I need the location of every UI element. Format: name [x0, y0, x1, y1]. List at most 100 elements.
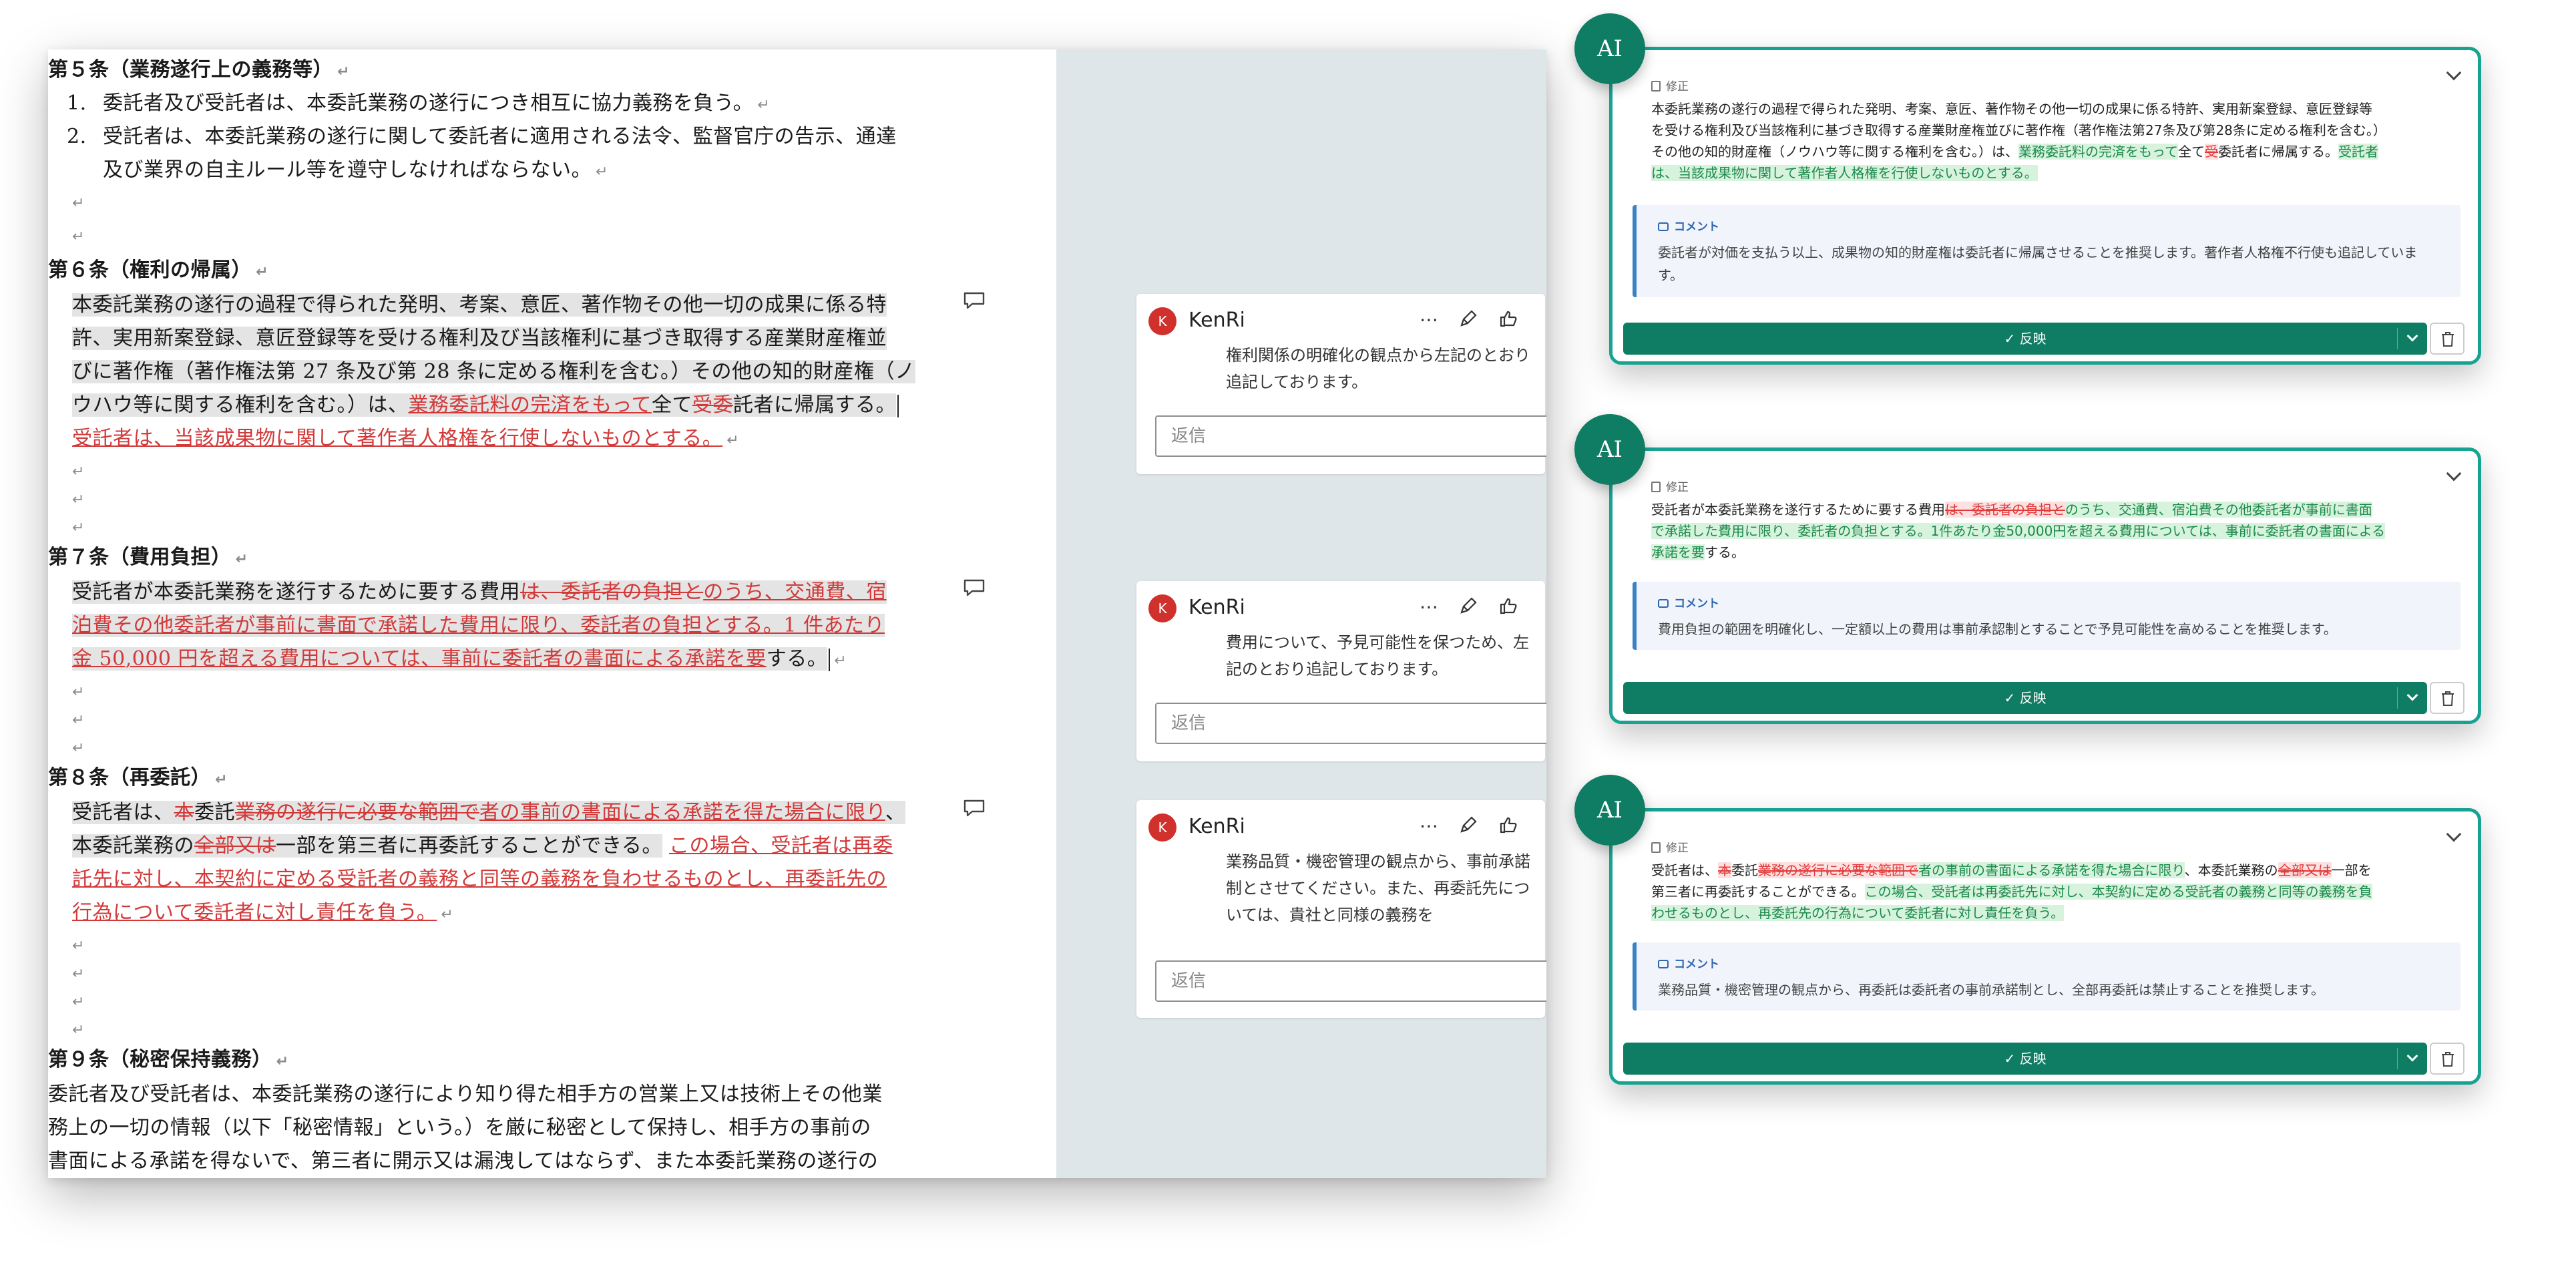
- ai-comment-box: コメント 費用負担の範囲を明確化し、一定額以上の費用は事前承認制とすることで予見…: [1633, 582, 2460, 650]
- apply-dropdown-icon: [2406, 689, 2418, 701]
- comment-card[interactable]: K KenRi ⋯ 権利関係の明確化の観点から左記のとおり追記しております。 返…: [1136, 294, 1546, 474]
- thumbs-up-icon[interactable]: [1498, 815, 1518, 835]
- ai-comment-label: コメント: [1658, 594, 1719, 610]
- article-8-body: 行為について委託者に対し責任を負う。 ↵: [72, 901, 454, 924]
- ai-suggestion-panel: 修正 受託者が本委託業務を遂行するために要する費用は、委託者の負担とのうち、交通…: [1609, 447, 2481, 724]
- avatar: K: [1148, 307, 1176, 335]
- ai-comment-box: コメント 業務品質・機密管理の観点から、再委託は委託者の事前承諾制とし、全部再委…: [1633, 942, 2460, 1011]
- edit-section-label: 修正: [1651, 838, 1689, 855]
- comment-marker-icon[interactable]: [963, 291, 986, 310]
- deleted-text: 受委: [692, 393, 733, 417]
- comments-pane: K KenRi ⋯ 権利関係の明確化の観点から左記のとおり追記しております。 返…: [1056, 49, 1546, 1178]
- document-icon: [1651, 842, 1661, 853]
- edit-section-label: 修正: [1651, 77, 1689, 94]
- apply-dropdown-icon: [2406, 1050, 2418, 1062]
- article-9-body: 務上の一切の情報（以下「秘密情報」という。）を厳に秘密として保持し、相手方の事前…: [48, 1116, 871, 1139]
- comment-icon: [1658, 960, 1669, 968]
- collapse-chevron-icon[interactable]: [2446, 826, 2462, 842]
- edit-text: 受託者が本委託業務を遂行するために要する費用は、委託者の負担とのうち、交通費、宿…: [1651, 502, 2386, 560]
- reply-input[interactable]: 返信: [1155, 415, 1546, 457]
- more-options-icon[interactable]: ⋯: [1420, 309, 1438, 331]
- pencil-icon[interactable]: [1458, 309, 1478, 329]
- delete-button[interactable]: [2430, 682, 2464, 714]
- article-6-body: ウハウ等に関する権利を含む。）は、業務委託料の完済をもって全て受委託者に帰属する…: [72, 389, 899, 422]
- avatar: K: [1148, 813, 1176, 842]
- ai-comment-text: 業務品質・機密管理の観点から、再委託は委託者の事前承諾制とし、全部再委託は禁止す…: [1658, 982, 2324, 998]
- trash-icon: [2442, 1052, 2454, 1067]
- article-5-heading: 第５条（業務遂行上の義務等） ↵: [48, 58, 350, 81]
- article-8-body: 託先に対し、本契約に定める受託者の義務と同等の義務を負わせるものとし、再委託先の: [72, 868, 887, 891]
- document-window: 第５条（業務遂行上の義務等） ↵ 1. 委託者及び受託者は、本委託業務の遂行につき相…: [48, 49, 1546, 1178]
- edit-text: 受託者は、本委託業務の遂行に必要な範囲で者の事前の書面による承諾を得た場合に限り…: [1651, 862, 2372, 921]
- document-page[interactable]: 第５条（業務遂行上の義務等） ↵ 1. 委託者及び受託者は、本委託業務の遂行につき相…: [48, 49, 1056, 1178]
- empty-paragraph: ↵: [72, 228, 85, 245]
- collapse-chevron-icon[interactable]: [2446, 65, 2462, 81]
- comment-author: KenRi: [1189, 309, 1245, 332]
- trash-icon: [2442, 332, 2454, 347]
- avatar: K: [1148, 594, 1176, 622]
- article-8-heading: 第８条（再委託） ↵: [48, 766, 228, 789]
- reply-input[interactable]: 返信: [1155, 960, 1546, 1002]
- article-9-body: 委託者及び受託者は、本委託業務の遂行により知り得た相手方の営業上又は技術上その他…: [48, 1083, 883, 1106]
- ai-badge: AI: [1574, 775, 1645, 846]
- article-5-item-2-cont: 及び業界の自主ルール等を遵守しなければならない。 ↵: [103, 158, 608, 182]
- document-icon: [1651, 81, 1661, 92]
- article-6-body: 本委託業務の遂行の過程で得られた発明、考案、意匠、著作物その他一切の成果に係る特: [72, 293, 887, 317]
- article-7-heading: 第７条（費用負担） ↵: [48, 546, 248, 569]
- thumbs-up-icon[interactable]: [1498, 309, 1518, 329]
- more-options-icon[interactable]: ⋯: [1420, 815, 1438, 837]
- delete-button[interactable]: [2430, 1043, 2464, 1075]
- ai-badge: AI: [1574, 13, 1645, 84]
- ai-badge: AI: [1574, 414, 1645, 485]
- comment-icon: [1658, 222, 1669, 231]
- article-6-heading: 第６条（権利の帰属） ↵: [48, 258, 268, 282]
- apply-button[interactable]: ✓ 反映: [1623, 1043, 2427, 1075]
- ai-suggestion-panel: 修正 本委託業務の遂行の過程で得られた発明、考案、意匠、著作物その他一切の成果に…: [1609, 47, 2481, 365]
- article-9-body: 書面による承諾を得ないで、第三者に開示又は漏洩してはならず、また本委託業務の遂行…: [48, 1149, 879, 1173]
- article-7-body: 受託者が本委託業務を遂行するために要する費用は、委託者の負担とのうち、交通費、宿: [72, 580, 887, 604]
- empty-paragraph: ↵: [72, 520, 85, 536]
- comment-card[interactable]: K KenRi ⋯ 費用について、予見可能性を保つため、左記のとおり追記しており…: [1136, 581, 1546, 761]
- empty-paragraph: ↵: [72, 740, 85, 757]
- comment-marker-icon[interactable]: [963, 799, 986, 817]
- empty-paragraph: ↵: [72, 195, 85, 212]
- ai-comment-label: コメント: [1658, 217, 1719, 234]
- article-8-body: 受託者は、本委託業務の遂行に必要な範囲で者の事前の書面による承諾を得た場合に限り…: [72, 801, 906, 824]
- thumbs-up-icon[interactable]: [1498, 596, 1518, 616]
- inserted-text: 業務委託料の完済をもって: [408, 393, 652, 417]
- comment-author: KenRi: [1189, 815, 1245, 838]
- article-5-item-1: 1. 委託者及び受託者は、本委託業務の遂行につき相互に協力義務を負う。 ↵: [67, 92, 771, 115]
- apply-dropdown-icon: [2406, 330, 2418, 342]
- more-options-icon[interactable]: ⋯: [1420, 596, 1438, 618]
- ai-suggestion-panel: 修正 受託者は、本委託業務の遂行に必要な範囲で者の事前の書面による承諾を得た場合…: [1609, 808, 2481, 1085]
- edit-section-label: 修正: [1651, 478, 1689, 494]
- text-cursor: [897, 395, 899, 417]
- apply-button[interactable]: ✓ 反映: [1623, 323, 2427, 355]
- collapse-chevron-icon[interactable]: [2446, 466, 2462, 482]
- empty-paragraph: ↵: [72, 1022, 85, 1039]
- article-6-body: びに著作権（著作権法第 27 条及び第 28 条に定める権利を含む。）その他の知…: [72, 360, 915, 383]
- article-9-heading: 第９条（秘密保持義務） ↵: [48, 1048, 289, 1071]
- comment-text: 業務品質・機密管理の観点から、事前承諾制とさせてください。また、再委託先について…: [1226, 852, 1530, 924]
- ai-comment-text: 費用負担の範囲を明確化し、一定額以上の費用は事前承認制とすることで予見可能性を高…: [1658, 621, 2337, 637]
- delete-button[interactable]: [2430, 323, 2464, 355]
- article-6-inserted: 受託者は、当該成果物に関して著作者人格権を行使しないものとする。 ↵: [72, 427, 740, 450]
- trash-icon: [2442, 691, 2454, 706]
- ai-comment-label: コメント: [1658, 954, 1719, 971]
- pencil-icon[interactable]: [1458, 815, 1478, 835]
- ai-comment-text: 委託者が対価を支払う以上、成果物の知的財産権は委託者に帰属させることを推奨します…: [1658, 244, 2418, 283]
- article-7-body: 泊費その他委託者が事前に書面で承諾した費用に限り、委託者の負担とする。1 件あた…: [72, 614, 885, 637]
- article-8-body: 本委託業務の全部又は一部を第三者に再委託することができる。 この場合、受託者は再…: [72, 834, 893, 858]
- comment-text: 権利関係の明確化の観点から左記のとおり追記しております。: [1226, 346, 1530, 391]
- comment-text: 費用について、予見可能性を保つため、左記のとおり追記しております。: [1226, 633, 1530, 679]
- comment-marker-icon[interactable]: [963, 578, 986, 597]
- comment-icon: [1658, 599, 1669, 608]
- article-7-body: 金 50,000 円を超える費用については、事前に委託者の書面による承諾を要する…: [72, 647, 847, 671]
- comment-author: KenRi: [1189, 596, 1245, 619]
- article-5-item-2: 2. 受託者は、本委託業務の遂行に関して委託者に適用される法令、監督官庁の告示、通…: [67, 125, 897, 148]
- pencil-icon[interactable]: [1458, 596, 1478, 616]
- comment-card[interactable]: K KenRi ⋯ 業務品質・機密管理の観点から、事前承諾制とさせてください。ま…: [1136, 800, 1546, 1018]
- reply-input[interactable]: 返信: [1155, 703, 1546, 744]
- ai-comment-box: コメント 委託者が対価を支払う以上、成果物の知的財産権は委託者に帰属させることを…: [1633, 205, 2460, 297]
- apply-button[interactable]: ✓ 反映: [1623, 682, 2427, 714]
